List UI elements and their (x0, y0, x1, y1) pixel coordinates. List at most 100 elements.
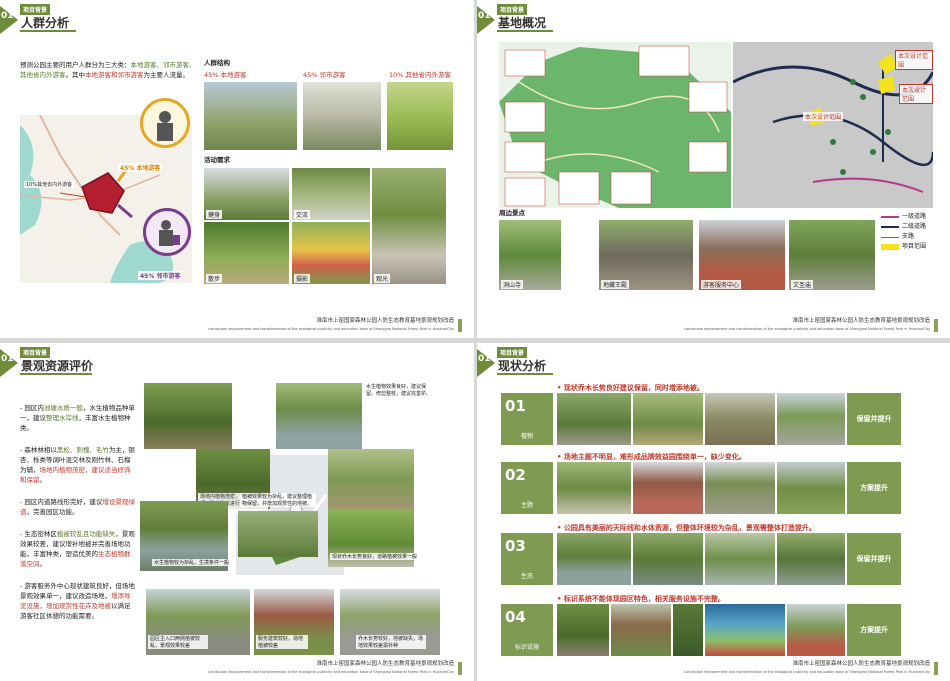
row-3-label: 生态 (520, 573, 533, 580)
row-4-photo-1 (557, 604, 609, 656)
intro-text: 预测公园主要的用户人群分为三大类：本地游客、邻市游客、其他省内外游客。其中本地游… (20, 61, 196, 79)
row-4-num: 04 (505, 608, 526, 626)
slide-site-overview: 01 项目背景 基地概况 本次设计范围 本次设计范围 本次设计范围 周边景点 洞… (477, 0, 950, 338)
row-3-photo-3 (705, 533, 775, 585)
legend-project-range: 项目范围 (902, 243, 927, 250)
page-title: 人群分析 (21, 16, 70, 30)
row-1-numbox: 01 植物 (501, 393, 553, 445)
row-3-numbox: 03 生态 (501, 533, 553, 585)
photo-neighbor-group (303, 82, 381, 150)
neighbor-visitor-icon (143, 208, 191, 256)
photo-other-group (387, 82, 453, 150)
row-1-photo-1 (557, 393, 631, 445)
point-roads: - 园区内道路线形完好，建议增设景观绿道，完善园区功能。 (20, 498, 135, 516)
slide-landscape-evaluation: 01 项目背景 景观资源评价 - 园区内池塘水质一般，水生植物品种单一，建议整理… (0, 343, 474, 681)
row-1-photo-4 (777, 393, 845, 445)
row-2-photo-4 (777, 462, 845, 514)
row-3-photo-2 (633, 533, 703, 585)
title-underline (20, 373, 92, 375)
design-range-label-3: 本次设计范围 (803, 112, 844, 121)
caption-parking: 乔木长势较好，地被缺失，场地效果较差需补种 (356, 635, 426, 649)
row-3-action: 保留并提升 (847, 533, 901, 585)
surroundings-title: 周边景点 (499, 209, 525, 217)
legend-secondary-road: 二级道路 (902, 223, 927, 230)
row-4-photo-3 (673, 604, 703, 656)
legend-primary-road: 一级道路 (902, 213, 927, 220)
structure-label-other: 10% 其他省内外游客 (389, 71, 452, 79)
caption-messy: 植被效果较为杂乱，建议整理植物保留，并增加观赏性的地被。 (240, 493, 316, 507)
location-map: 本次设计范围 本次设计范围 本次设计范围 (733, 42, 933, 208)
page-title: 基地概况 (498, 16, 547, 30)
title-underline (497, 373, 553, 375)
row-2-photo-3 (705, 462, 775, 514)
design-range-label-1: 本次设计范围 (895, 50, 933, 70)
footer-en: Landscape improvement and transformation… (208, 670, 454, 674)
row-2-action: 方案提升 (847, 462, 901, 514)
row-1-photo-2 (633, 393, 703, 445)
slide-crowd-analysis: 01 项目背景 人群分析 预测公园主要的用户人群分为三大类：本地游客、邻市游客、… (0, 0, 474, 338)
photo-walk-tall (372, 168, 446, 284)
point-pond: - 园区内池塘水质一般，水生植物品种单一，建议整理水岸线，丰富水生植物种类。 (20, 404, 135, 432)
caption-chat: 交流 (294, 210, 311, 219)
footer-cn: 淮南市上窑国家森林公园人防生态教育基地景观规划改造 (316, 318, 454, 324)
footer-bar (934, 662, 938, 675)
row-2-heading: • 场地主题不明显，难形成品牌效益园围绕单一，缺少变化。 (557, 453, 746, 461)
row-4-label: 标识设施 (514, 644, 539, 651)
row-2-photo-2 (633, 462, 703, 514)
row-4-photo-5 (787, 604, 845, 656)
caption-fitness: 健身 (206, 210, 223, 219)
footer-cn: 淮南市上窑国家森林公园人防生态教育基地景观规划改造 (792, 661, 930, 667)
section-number: 01 (1, 11, 14, 21)
row-4-photo-2 (611, 604, 671, 656)
structure-title: 人群结构 (204, 59, 230, 67)
footer-cn: 淮南市上窑国家森林公园人防生态教育基地景观规划改造 (792, 318, 930, 324)
structure-label-local: 45% 本地游客 (204, 71, 247, 79)
footer-en: Landscape improvement and transformation… (684, 327, 930, 331)
neighbor-visitor-label: 45% 邻市游客 (138, 271, 183, 280)
row-1-photo-3 (705, 393, 775, 445)
local-visitor-label: 45% 本地游客 (118, 163, 163, 172)
legend-branch-road: 支路 (902, 233, 915, 240)
activity-title: 活动需求 (204, 156, 230, 164)
section-number: 01 (478, 354, 491, 364)
row-4-action: 方案提升 (847, 604, 901, 656)
row-3-num: 03 (505, 537, 526, 555)
park-plan-map (499, 42, 731, 208)
photo-local-group (204, 82, 297, 150)
section-number: 01 (1, 354, 14, 364)
row-3-photo-1 (557, 533, 631, 585)
row-1-label: 植物 (520, 433, 533, 440)
row-1-num: 01 (505, 397, 526, 415)
caption-sightseeing: 观光 (374, 274, 391, 283)
row-4-heading: • 标识系统不能体现园区特色，相关服务设施不完整。 (557, 595, 725, 603)
caption-service: 服务建筑较好，场地植被较差 (256, 635, 308, 649)
slide-current-analysis: 01 项目背景 现状分析 • 现状乔木长势良好建议保留，同时增添地被。 01 植物… (477, 343, 950, 681)
caption-trees-good: 现状乔木长势良好，道路植被效果一般 (330, 553, 420, 560)
design-range-label-2: 本次设计范围 (899, 84, 933, 104)
local-visitor-icon (140, 98, 190, 148)
footer-en: Landscape improvement and transformation… (684, 670, 930, 674)
map-legend: 一级道路 二级道路 支路 项目范围 (881, 212, 941, 252)
row-1-heading: • 现状乔木长势良好建议保留，同时增添地被。 (557, 384, 704, 392)
footer-bar (458, 662, 462, 675)
footer-cn: 淮南市上窑国家森林公园人防生态教育基地景观规划改造 (316, 661, 454, 667)
section-number: 01 (478, 11, 491, 21)
other-visitor-label: 10%其他省内外游客 (24, 181, 75, 188)
structure-label-neighbor: 45% 邻市游客 (303, 71, 346, 79)
point-forest: - 森林林相以黑松、刺槐、毛竹为主，银杏、栎类等阔叶混交林及刚竹林、石榴为辅，场… (20, 446, 135, 484)
row-2-num: 02 (505, 466, 526, 484)
spot-wensheng: 文圣庙 (791, 280, 814, 289)
page-title: 现状分析 (498, 359, 547, 373)
row-4-numbox: 04 标识设施 (501, 604, 553, 656)
row-3-photo-4 (777, 533, 845, 585)
evaluation-points: - 园区内池塘水质一般，水生植物品种单一，建议整理水岸线，丰富水生植物种类。 -… (20, 403, 136, 621)
spot-dizang: 地藏王殿 (601, 280, 630, 289)
row-1-action: 保留并提升 (847, 393, 901, 445)
footer-bar (458, 319, 462, 332)
title-underline (497, 30, 553, 32)
footer-en: Landscape improvement and transformation… (208, 327, 454, 331)
row-3-heading: • 公园具有美丽的天际线和水体资源，但整体环境较为杂乱，景观需整体打造提升。 (557, 524, 816, 532)
photo-understory (238, 511, 318, 557)
point-dense-forest: - 生态密林区植被较乱且功能缺失，景观效果较差，建议增补地被并完善场地功能，丰富… (20, 530, 135, 568)
caption-photography: 摄影 (294, 274, 311, 283)
